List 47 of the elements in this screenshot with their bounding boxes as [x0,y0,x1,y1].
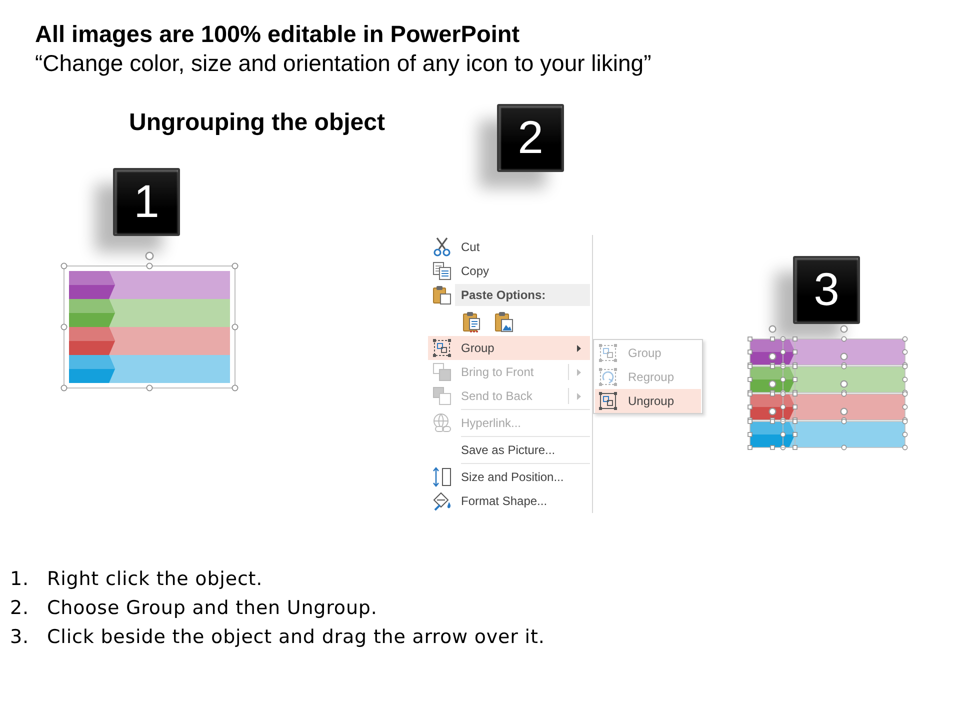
rotation-handle-icon[interactable] [840,325,848,333]
menu-item[interactable]: Cut [428,235,590,259]
rotation-handle-icon[interactable] [840,352,848,360]
rotation-handle-icon[interactable] [768,380,776,388]
globe-link-icon [432,413,452,433]
resize-arrows-icon [432,467,452,487]
submenu-arrow-icon [577,344,581,352]
paste-picture-icon[interactable] [494,310,514,332]
menu-item[interactable]: Group [428,336,590,360]
selection-frame[interactable] [60,262,238,392]
slide-title: All images are 100% editable in PowerPoint [35,20,520,49]
list-number: 1. [10,567,30,592]
copy-icon [432,261,452,281]
rotation-handle-icon[interactable] [840,380,848,388]
submenu-arrow-icon [577,392,581,400]
menu-item[interactable]: Size and Position... [428,465,590,489]
submenu-arrow-icon [577,368,581,376]
selection-frame[interactable] [780,418,908,450]
rotation-handle-icon[interactable] [768,325,776,333]
slide-subtitle: “Change color, size and orientation of any icon to your liking” [35,49,652,78]
rotation-handle-icon[interactable] [840,408,848,416]
step-text: Right click the object. [47,567,263,592]
list-number: 3. [10,625,30,650]
step-badge: 1 [113,168,180,236]
step-badge: 3 [793,256,860,324]
menu-item[interactable]: Ungroup [595,389,701,413]
step-text: Click beside the object and drag the arrow over it. [47,625,545,650]
paste-text-icon[interactable] [462,310,482,332]
scissors-icon [432,237,452,257]
paste-options-header: Paste Options: [455,284,590,306]
clipboard-icon [432,285,452,305]
rotation-handle-icon[interactable] [768,408,776,416]
send-backward-icon [432,386,452,406]
ungroup-icon [598,391,618,411]
group-icon [598,343,618,363]
menu-item[interactable]: Copy [428,259,590,283]
list-number: 2. [10,596,30,621]
rotation-handle-icon[interactable] [145,252,154,260]
group-icon [432,338,452,358]
menu-item[interactable]: Save as Picture... [428,438,590,464]
step-badge: 2 [497,104,564,172]
bring-forward-icon [432,362,452,382]
menu-item[interactable]: Format Shape... [428,489,590,513]
regroup-icon [598,367,618,387]
step-text: Choose Group and then Ungroup. [47,596,378,621]
rotation-handle-icon[interactable] [768,352,776,360]
section-title: Ungrouping the object [129,112,385,134]
